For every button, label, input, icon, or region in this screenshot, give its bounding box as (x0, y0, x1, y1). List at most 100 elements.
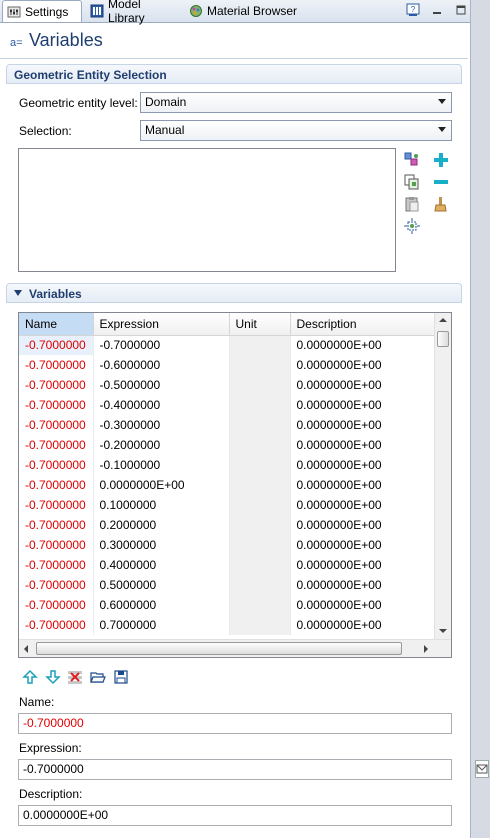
save-icon[interactable] (113, 669, 129, 685)
vertical-scrollbar[interactable] (434, 313, 451, 639)
name-cell[interactable]: -0.7000000 (19, 555, 94, 575)
table-row[interactable]: -0.7000000 -0.5000000 0.0000000E+00 (19, 375, 435, 395)
remove-icon[interactable] (433, 174, 449, 190)
horizontal-scroll-thumb[interactable] (36, 642, 402, 655)
unit-cell[interactable] (229, 375, 291, 395)
copy-selection-icon[interactable] (404, 174, 420, 190)
unit-cell[interactable] (229, 335, 291, 355)
expression-cell[interactable]: 0.1000000 (93, 495, 230, 515)
clear-selection-icon[interactable] (433, 196, 449, 212)
name-cell[interactable]: -0.7000000 (19, 335, 94, 355)
table-row[interactable]: -0.7000000 -0.6000000 0.0000000E+00 (19, 355, 435, 375)
help-icon[interactable]: ? (406, 3, 420, 17)
expression-cell[interactable]: 0.2000000 (93, 515, 230, 535)
table-row[interactable]: -0.7000000 0.2000000 0.0000000E+00 (19, 515, 435, 535)
unit-cell[interactable] (229, 595, 291, 615)
move-up-icon[interactable] (22, 669, 38, 685)
zoom-to-selection-icon[interactable] (404, 218, 420, 234)
expression-field[interactable]: -0.7000000 (18, 759, 452, 780)
table-row[interactable]: -0.7000000 -0.4000000 0.0000000E+00 (19, 395, 435, 415)
table-row[interactable]: -0.7000000 -0.3000000 0.0000000E+00 (19, 415, 435, 435)
table-row[interactable]: -0.7000000 -0.2000000 0.0000000E+00 (19, 435, 435, 455)
name-cell[interactable]: -0.7000000 (19, 535, 94, 555)
unit-cell[interactable] (229, 475, 291, 495)
minimize-icon[interactable] (430, 3, 444, 17)
horizontal-scrollbar[interactable] (19, 639, 451, 657)
description-cell[interactable]: 0.0000000E+00 (290, 595, 435, 615)
expression-cell[interactable]: -0.1000000 (93, 455, 230, 475)
vertical-scroll-thumb[interactable] (437, 331, 449, 347)
expression-cell[interactable]: 0.6000000 (93, 595, 230, 615)
description-cell[interactable]: 0.0000000E+00 (290, 415, 435, 435)
add-icon[interactable] (433, 152, 449, 168)
table-row[interactable]: -0.7000000 0.1000000 0.0000000E+00 (19, 495, 435, 515)
expression-cell[interactable]: 0.4000000 (93, 555, 230, 575)
table-row[interactable]: -0.7000000 -0.7000000 0.0000000E+00 (19, 335, 435, 355)
unit-cell[interactable] (229, 355, 291, 375)
column-header-name[interactable]: Name (19, 313, 94, 336)
scroll-up-icon[interactable] (439, 318, 447, 322)
expression-cell[interactable]: -0.7000000 (93, 335, 230, 355)
expression-cell[interactable]: 0.0000000E+00 (93, 475, 230, 495)
table-row[interactable]: -0.7000000 0.0000000E+00 0.0000000E+00 (19, 475, 435, 495)
expression-cell[interactable]: 0.3000000 (93, 535, 230, 555)
unit-cell[interactable] (229, 615, 291, 635)
unit-cell[interactable] (229, 495, 291, 515)
unit-cell[interactable] (229, 455, 291, 475)
expression-cell[interactable]: 0.7000000 (93, 615, 230, 635)
variables-section-header[interactable]: Variables (6, 283, 462, 303)
table-row[interactable]: -0.7000000 0.6000000 0.0000000E+00 (19, 595, 435, 615)
column-header-unit[interactable]: Unit (229, 313, 291, 336)
expression-cell[interactable]: -0.3000000 (93, 415, 230, 435)
scroll-right-icon[interactable] (424, 645, 428, 653)
unit-cell[interactable] (229, 555, 291, 575)
name-cell[interactable]: -0.7000000 (19, 495, 94, 515)
description-cell[interactable]: 0.0000000E+00 (290, 515, 435, 535)
description-field[interactable]: 0.0000000E+00 (18, 805, 452, 826)
description-cell[interactable]: 0.0000000E+00 (290, 495, 435, 515)
name-cell[interactable]: -0.7000000 (19, 435, 94, 455)
expression-cell[interactable]: -0.2000000 (93, 435, 230, 455)
table-row[interactable]: -0.7000000 0.3000000 0.0000000E+00 (19, 535, 435, 555)
name-cell[interactable]: -0.7000000 (19, 355, 94, 375)
scroll-left-icon[interactable] (24, 645, 28, 653)
paste-icon[interactable] (404, 196, 420, 212)
select-active-icon[interactable] (404, 152, 420, 168)
tab-model-library[interactable]: Model Library (86, 0, 182, 25)
unit-cell[interactable] (229, 575, 291, 595)
table-row[interactable]: -0.7000000 0.4000000 0.0000000E+00 (19, 555, 435, 575)
column-header-expression[interactable]: Expression (93, 313, 230, 336)
name-field[interactable]: -0.7000000 (18, 713, 452, 734)
geometric-entity-section-header[interactable]: Geometric Entity Selection (6, 64, 462, 84)
collapse-triangle-icon[interactable] (14, 290, 22, 296)
description-cell[interactable]: 0.0000000E+00 (290, 375, 435, 395)
description-cell[interactable]: 0.0000000E+00 (290, 455, 435, 475)
scroll-down-icon[interactable] (439, 629, 447, 633)
mail-icon[interactable] (475, 760, 489, 778)
unit-cell[interactable] (229, 415, 291, 435)
description-cell[interactable]: 0.0000000E+00 (290, 555, 435, 575)
open-file-icon[interactable] (90, 669, 106, 685)
name-cell[interactable]: -0.7000000 (19, 375, 94, 395)
name-cell[interactable]: -0.7000000 (19, 575, 94, 595)
unit-cell[interactable] (229, 535, 291, 555)
description-cell[interactable]: 0.0000000E+00 (290, 475, 435, 495)
table-row[interactable]: -0.7000000 0.5000000 0.0000000E+00 (19, 575, 435, 595)
tab-settings[interactable]: Settings (2, 0, 82, 22)
expression-cell[interactable]: 0.5000000 (93, 575, 230, 595)
description-cell[interactable]: 0.0000000E+00 (290, 335, 435, 355)
table-row[interactable]: -0.7000000 -0.1000000 0.0000000E+00 (19, 455, 435, 475)
name-cell[interactable]: -0.7000000 (19, 415, 94, 435)
name-cell[interactable]: -0.7000000 (19, 395, 94, 415)
unit-cell[interactable] (229, 395, 291, 415)
table-row[interactable]: -0.7000000 0.7000000 0.0000000E+00 (19, 615, 435, 635)
description-cell[interactable]: 0.0000000E+00 (290, 575, 435, 595)
name-cell[interactable]: -0.7000000 (19, 475, 94, 495)
name-cell[interactable]: -0.7000000 (19, 455, 94, 475)
geometric-entity-level-select[interactable]: Domain (140, 92, 452, 113)
description-cell[interactable]: 0.0000000E+00 (290, 615, 435, 635)
name-cell[interactable]: -0.7000000 (19, 615, 94, 635)
maximize-icon[interactable] (454, 3, 468, 17)
expression-cell[interactable]: -0.5000000 (93, 375, 230, 395)
expression-cell[interactable]: -0.6000000 (93, 355, 230, 375)
